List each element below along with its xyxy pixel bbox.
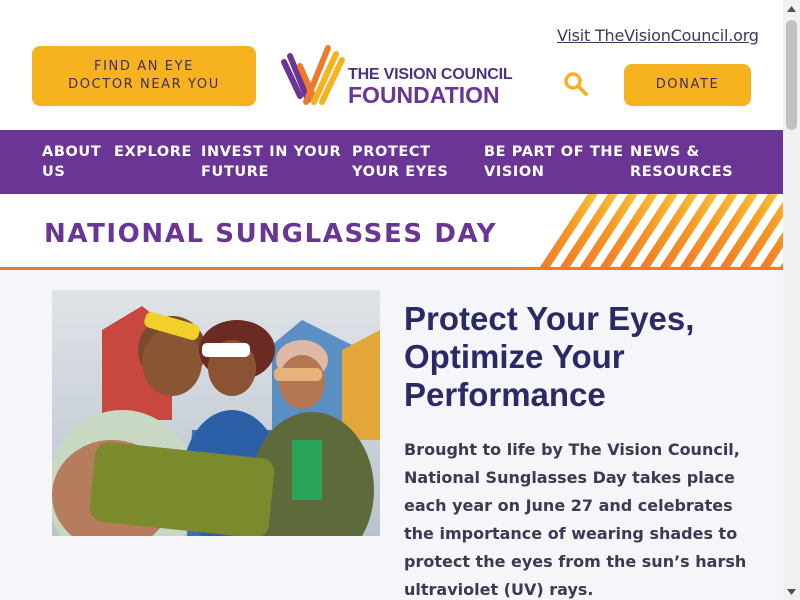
nav-label-line1: NEWS & — [630, 144, 700, 160]
section-body: Brought to life by The Vision Council, N… — [404, 440, 747, 599]
page-title: NATIONAL SUNGLASSES DAY — [44, 219, 498, 249]
visit-vision-council-link[interactable]: Visit TheVisionCouncil.org — [557, 26, 759, 45]
find-button-line2: DOCTOR NEAR YOU — [68, 77, 220, 92]
nav-item-invest-in-your-future[interactable]: INVEST IN YOUR FUTURE — [201, 142, 341, 182]
nav-label-line1: ABOUT — [42, 144, 102, 160]
scroll-down-arrow-icon[interactable] — [783, 583, 800, 600]
hero-photo — [52, 290, 380, 536]
nav-label-line2: RESOURCES — [630, 164, 734, 180]
page-scrollbar[interactable] — [783, 0, 800, 600]
find-eye-doctor-button[interactable]: FIND AN EYE DOCTOR NEAR YOU — [32, 46, 256, 106]
nav-label-line2: YOUR EYES — [352, 164, 449, 180]
nav-label-line2: FUTURE — [201, 164, 270, 180]
nav-item-protect-your-eyes[interactable]: PROTECT YOUR EYES — [352, 142, 448, 182]
nav-item-news-resources[interactable]: NEWS & RESOURCES — [630, 142, 733, 182]
find-button-line1: FIND AN EYE — [94, 59, 194, 74]
nav-label-line1: BE PART OF THE — [484, 144, 624, 160]
page-banner: NATIONAL SUNGLASSES DAY — [0, 194, 783, 270]
nav-label-line1: PROTECT — [352, 144, 431, 160]
nav-label-line2: VISION — [484, 164, 545, 180]
nav-item-be-part-of-the-vision[interactable]: BE PART OF THE VISION — [484, 142, 624, 182]
search-icon[interactable] — [563, 71, 589, 97]
scroll-thumb[interactable] — [786, 20, 797, 130]
logo-text-line2: FOUNDATION — [348, 82, 500, 108]
scroll-up-arrow-icon[interactable] — [783, 0, 800, 17]
main-nav: ABOUT US EXPLORE INVEST IN YOUR FUTURE P… — [0, 130, 783, 194]
nav-item-explore[interactable]: EXPLORE — [114, 142, 192, 162]
nav-label-line2: US — [42, 164, 66, 180]
section-headline: Protect Your Eyes, Optimize Your Perform… — [404, 300, 695, 413]
decorative-stripes — [540, 194, 783, 267]
nav-label-line1: INVEST IN YOUR — [201, 144, 342, 160]
nav-item-about-us[interactable]: ABOUT US — [42, 142, 101, 182]
donate-button[interactable]: DONATE — [624, 64, 751, 106]
nav-label-line1: EXPLORE — [114, 144, 193, 160]
